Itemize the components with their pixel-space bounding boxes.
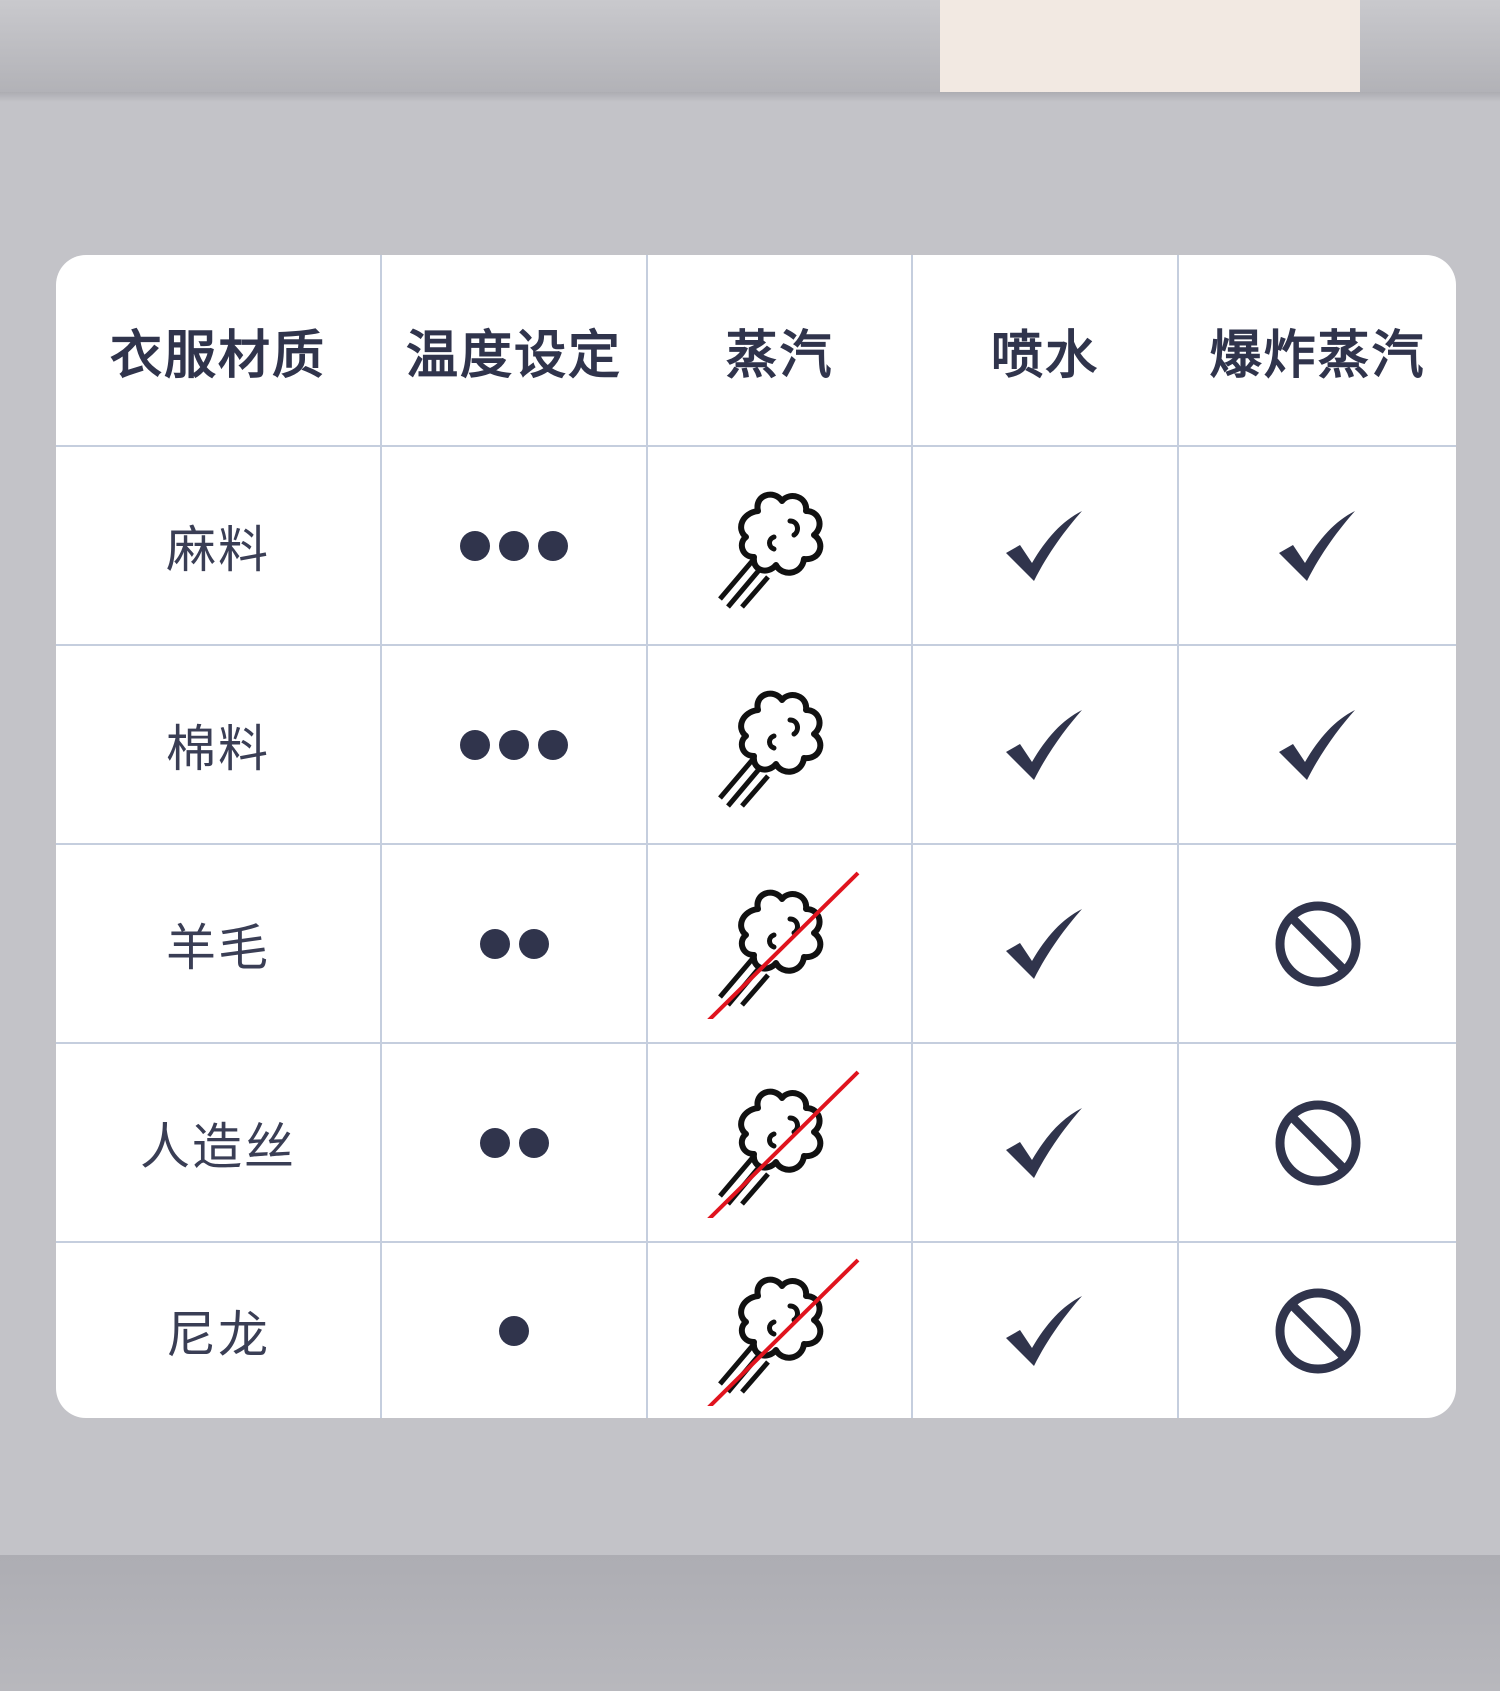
material-cell: 羊毛: [56, 845, 382, 1044]
hand-image: [940, 0, 1360, 92]
prohibited-icon: [1273, 1286, 1363, 1376]
burst-steam-cell: [1179, 1243, 1456, 1418]
temperature-dots: [499, 1315, 529, 1346]
table-grid: 衣服材质 温度设定 蒸汽 喷水 爆炸蒸汽 麻料 棉料 羊毛 人造丝 尼龙: [56, 255, 1456, 1418]
steam-disabled-icon: [700, 1068, 860, 1218]
temperature-dot: [538, 729, 568, 760]
header-material: 衣服材质: [56, 255, 382, 447]
header-burst-steam: 爆炸蒸汽: [1179, 255, 1456, 447]
material-cell: 棉料: [56, 646, 382, 845]
header-temperature: 温度设定: [382, 255, 648, 447]
temperature-dot: [460, 530, 490, 561]
spray-cell: [913, 1044, 1179, 1243]
temperature-dot: [499, 729, 529, 760]
steam-disabled-icon: [700, 1256, 860, 1406]
spray-cell: [913, 646, 1179, 845]
temperature-dot: [479, 928, 510, 959]
steam-icon: [700, 670, 860, 820]
top-shadow: [0, 92, 1500, 102]
temperature-cell: [382, 447, 648, 646]
burst-steam-cell: [1179, 845, 1456, 1044]
temperature-dot: [499, 530, 529, 561]
temperature-dot: [499, 1315, 529, 1346]
material-cell: 人造丝: [56, 1044, 382, 1243]
steam-cell: [648, 845, 913, 1044]
temperature-cell: [382, 1243, 648, 1418]
steam-cell: [648, 1044, 913, 1243]
temperature-dots: [479, 1127, 549, 1158]
temperature-cell: [382, 1044, 648, 1243]
steam-icon: [700, 471, 860, 621]
burst-steam-cell: [1179, 447, 1456, 646]
temperature-dot: [518, 928, 549, 959]
check-icon: [1004, 907, 1086, 981]
burst-steam-cell: [1179, 646, 1456, 845]
check-icon: [1004, 708, 1086, 782]
temperature-cell: [382, 646, 648, 845]
spray-cell: [913, 845, 1179, 1044]
spray-cell: [913, 447, 1179, 646]
temperature-dot: [518, 1127, 549, 1158]
check-icon: [1277, 509, 1359, 583]
prohibited-icon: [1273, 1098, 1363, 1188]
spray-cell: [913, 1243, 1179, 1418]
bottom-strip: [0, 1555, 1500, 1691]
top-photo-strip: [0, 0, 1500, 92]
temperature-dot: [460, 729, 490, 760]
steam-cell: [648, 1243, 913, 1418]
steam-cell: [648, 447, 913, 646]
temperature-cell: [382, 845, 648, 1044]
check-icon: [1004, 509, 1086, 583]
steam-disabled-icon: [700, 869, 860, 1019]
temperature-dot: [538, 530, 568, 561]
header-spray: 喷水: [913, 255, 1179, 447]
material-cell: 麻料: [56, 447, 382, 646]
check-icon: [1004, 1294, 1086, 1368]
check-icon: [1277, 708, 1359, 782]
temperature-dots: [460, 729, 568, 760]
header-steam: 蒸汽: [648, 255, 913, 447]
check-icon: [1004, 1106, 1086, 1180]
temperature-dots: [479, 928, 549, 959]
temperature-dots: [460, 530, 568, 561]
temperature-dot: [479, 1127, 510, 1158]
steam-cell: [648, 646, 913, 845]
material-cell: 尼龙: [56, 1243, 382, 1418]
fabric-settings-table: 衣服材质 温度设定 蒸汽 喷水 爆炸蒸汽 麻料 棉料 羊毛 人造丝 尼龙: [56, 255, 1456, 1418]
burst-steam-cell: [1179, 1044, 1456, 1243]
prohibited-icon: [1273, 899, 1363, 989]
